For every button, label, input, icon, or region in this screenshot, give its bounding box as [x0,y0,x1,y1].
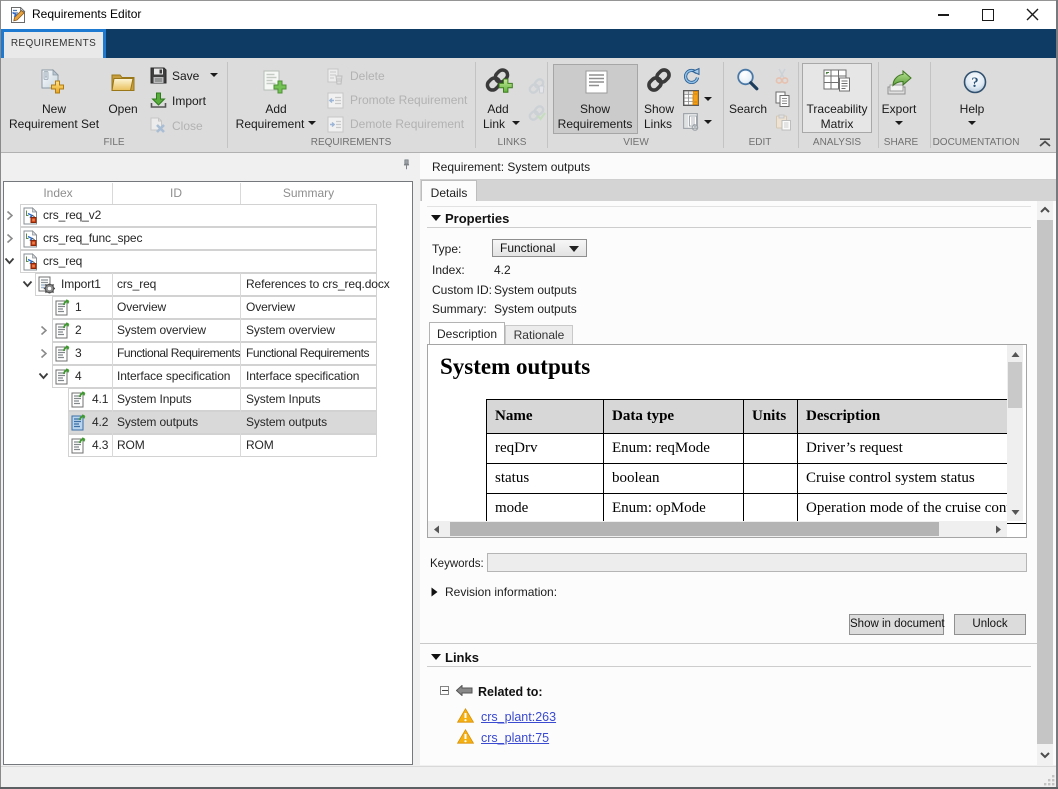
svg-text:?: ? [971,75,978,91]
